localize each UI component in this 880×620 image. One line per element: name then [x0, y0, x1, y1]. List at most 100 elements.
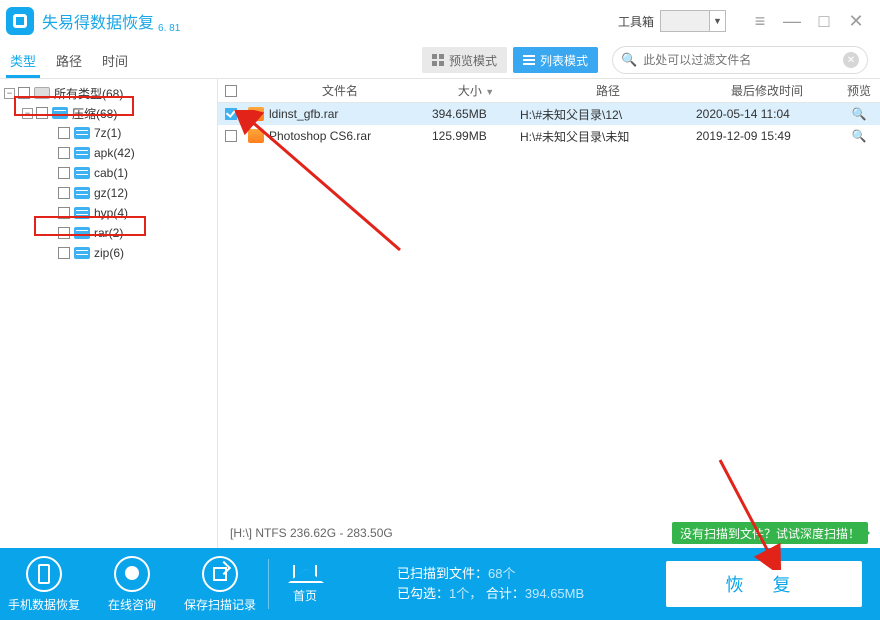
save-scan-button[interactable]: 保存扫描记录 — [176, 556, 264, 613]
toolbar: 类型 路径 时间 预览模式 列表模式 🔍 ✕ — [0, 42, 880, 78]
app-version: 6. 81 — [158, 23, 180, 34]
menu-icon[interactable]: ≡ — [744, 8, 776, 34]
title-bar: 失易得数据恢复 6. 81 工具箱 ▼ ≡ — □ ✕ — [0, 0, 880, 42]
tree-label: zip(6) — [94, 246, 124, 260]
file-row[interactable]: Photoshop CS6.rar 125.99MB H:\#未知父目录\未知 … — [218, 125, 880, 147]
tree-label: 压缩(68) — [72, 105, 117, 122]
disk-info: [H:\] NTFS 236.62G - 283.50G — [230, 526, 393, 540]
archive-icon — [74, 207, 90, 219]
checkbox[interactable] — [58, 207, 70, 219]
file-row[interactable]: ldinst_gfb.rar 394.65MB H:\#未知父目录\12\ 20… — [218, 103, 880, 125]
computer-icon — [34, 87, 50, 99]
tree-cab[interactable]: cab(1) — [0, 163, 217, 183]
checkbox[interactable] — [58, 187, 70, 199]
tab-time[interactable]: 时间 — [92, 42, 138, 78]
checkbox[interactable] — [58, 167, 70, 179]
tree-label: 7z(1) — [94, 126, 121, 140]
col-path[interactable]: 路径 — [520, 82, 696, 99]
col-date[interactable]: 最后修改时间 — [696, 82, 838, 99]
toolbox-dropdown[interactable]: ▼ — [660, 10, 726, 32]
online-chat-button[interactable]: 在线咨询 — [88, 556, 176, 613]
col-size[interactable]: 大小 ▼ — [432, 82, 520, 99]
tree-label: apk(42) — [94, 146, 135, 160]
file-icon — [248, 129, 264, 143]
tree-label: 所有类型(68) — [54, 85, 123, 102]
footer-label: 在线咨询 — [108, 596, 156, 613]
app-logo-icon — [6, 7, 34, 35]
home-button[interactable]: 首页 — [273, 565, 337, 604]
tree-rar[interactable]: rar(2) — [0, 223, 217, 243]
tree-label: rar(2) — [94, 226, 123, 240]
checkbox[interactable] — [58, 247, 70, 259]
clear-search-button[interactable]: ✕ — [843, 52, 859, 68]
archive-icon — [74, 227, 90, 239]
phone-recovery-button[interactable]: 手机数据恢复 — [0, 556, 88, 613]
collapse-icon[interactable]: − — [22, 108, 33, 119]
file-size: 125.99MB — [432, 129, 520, 143]
list-mode-label: 列表模式 — [540, 52, 588, 69]
file-panel: 文件名 大小 ▼ 路径 最后修改时间 预览 ldinst_gfb.rar 394… — [218, 79, 880, 548]
file-icon — [248, 107, 264, 121]
row-checkbox[interactable] — [225, 108, 237, 120]
file-name: ldinst_gfb.rar — [269, 107, 432, 121]
checkbox[interactable] — [58, 127, 70, 139]
tree-all-types[interactable]: − 所有类型(68) — [0, 83, 217, 103]
search-input[interactable] — [643, 53, 843, 67]
tree-7z[interactable]: 7z(1) — [0, 123, 217, 143]
tab-type[interactable]: 类型 — [0, 42, 46, 78]
file-size: 394.65MB — [432, 107, 520, 121]
list-icon — [523, 55, 535, 65]
archive-icon — [74, 187, 90, 199]
type-tree: − 所有类型(68) − 压缩(68) 7z(1) apk(42) cab(1)… — [0, 79, 218, 548]
archive-icon — [52, 107, 68, 119]
tree-label: gz(12) — [94, 186, 128, 200]
deep-scan-button[interactable]: 没有扫描到文件？试试深度扫描！ — [672, 522, 868, 544]
preview-mode-label: 预览模式 — [449, 52, 497, 69]
tree-apk[interactable]: apk(42) — [0, 143, 217, 163]
archive-icon — [74, 147, 90, 159]
archive-icon — [74, 127, 90, 139]
tree-label: cab(1) — [94, 166, 128, 180]
phone-icon — [38, 564, 50, 584]
list-mode-button[interactable]: 列表模式 — [513, 47, 598, 73]
minimize-button[interactable]: — — [776, 8, 808, 34]
col-filename[interactable]: 文件名 — [248, 82, 432, 99]
preview-mode-button[interactable]: 预览模式 — [422, 47, 507, 73]
tree-archive[interactable]: − 压缩(68) — [0, 103, 217, 123]
search-box[interactable]: 🔍 ✕ — [612, 46, 868, 74]
file-name: Photoshop CS6.rar — [269, 129, 432, 143]
footer-label: 保存扫描记录 — [184, 596, 256, 613]
file-path: H:\#未知父目录\12\ — [520, 106, 696, 123]
tree-hyp[interactable]: hyp(4) — [0, 203, 217, 223]
archive-icon — [74, 167, 90, 179]
select-all-checkbox[interactable] — [225, 85, 237, 97]
tree-gz[interactable]: gz(12) — [0, 183, 217, 203]
user-icon — [125, 566, 139, 580]
preview-button[interactable]: 🔍 — [838, 107, 880, 121]
checkbox[interactable] — [36, 107, 48, 119]
column-headers: 文件名 大小 ▼ 路径 最后修改时间 预览 — [218, 79, 880, 103]
footer-label: 手机数据恢复 — [8, 596, 80, 613]
checkbox[interactable] — [58, 227, 70, 239]
toolbox-label[interactable]: 工具箱 — [618, 13, 654, 30]
checkbox[interactable] — [18, 87, 30, 99]
export-icon — [213, 567, 227, 581]
checkbox[interactable] — [58, 147, 70, 159]
close-button[interactable]: ✕ — [840, 8, 872, 34]
tree-label: hyp(4) — [94, 206, 128, 220]
preview-button[interactable]: 🔍 — [838, 129, 880, 143]
recover-button[interactable]: 恢 复 — [666, 561, 862, 607]
row-checkbox[interactable] — [225, 130, 237, 142]
tab-path[interactable]: 路径 — [46, 42, 92, 78]
search-icon: 🔍 — [621, 52, 637, 68]
footer-bar: 手机数据恢复 在线咨询 保存扫描记录 首页 已扫描到文件：68个 已勾选：1个，… — [0, 548, 880, 620]
col-preview[interactable]: 预览 — [838, 82, 880, 99]
maximize-button[interactable]: □ — [808, 8, 840, 34]
tree-zip[interactable]: zip(6) — [0, 243, 217, 263]
app-title: 失易得数据恢复 — [42, 9, 154, 33]
collapse-icon[interactable]: − — [4, 88, 15, 99]
archive-icon — [74, 247, 90, 259]
home-icon — [293, 565, 317, 583]
file-path: H:\#未知父目录\未知 — [520, 128, 696, 145]
grid-icon — [432, 54, 444, 66]
